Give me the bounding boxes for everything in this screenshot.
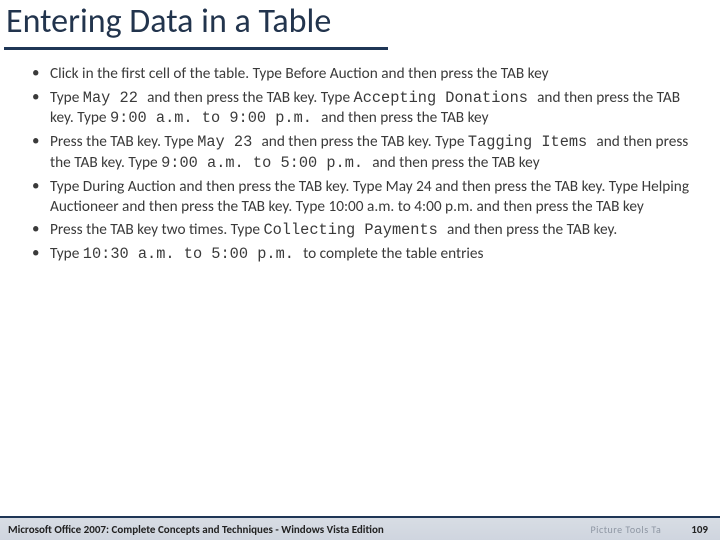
code-text: Collecting Payments bbox=[263, 221, 447, 239]
body-text: Press the TAB key two times. Type bbox=[50, 220, 263, 239]
bullet-item: Click in the first cell of the table. Ty… bbox=[30, 64, 698, 83]
bullet-item: Type May 22 and then press the TAB key. … bbox=[30, 88, 698, 129]
body-text: Press the TAB key. Type bbox=[50, 132, 197, 151]
body-text: to complete the table entries bbox=[303, 244, 483, 263]
bullet-item: Press the TAB key. Type May 23 and then … bbox=[30, 132, 698, 173]
page-number: 109 bbox=[691, 523, 708, 536]
code-text: Tagging Items bbox=[468, 133, 597, 151]
body-text: and then press the TAB key. Type bbox=[147, 88, 353, 107]
footer-bar: Microsoft Office 2007: Complete Concepts… bbox=[0, 516, 720, 540]
body-text: and then press the TAB key bbox=[321, 108, 488, 127]
body-text: Click in the first cell of the table. Ty… bbox=[50, 64, 549, 83]
code-text: May 22 bbox=[83, 89, 147, 107]
body-text: and then press the TAB key. bbox=[447, 220, 617, 239]
code-text: 9:00 a.m. to 5:00 p.m. bbox=[161, 154, 372, 172]
code-text: Accepting Donations bbox=[354, 89, 538, 107]
code-text: 9:00 a.m. to 9:00 p.m. bbox=[110, 109, 321, 127]
footer-source: Microsoft Office 2007: Complete Concepts… bbox=[8, 523, 384, 536]
bullet-item: Type 10:30 a.m. to 5:00 p.m. to complete… bbox=[30, 244, 698, 264]
footer-ghost-text: Picture Tools Ta bbox=[591, 523, 662, 536]
code-text: May 23 bbox=[197, 133, 261, 151]
bullet-item: Type During Auction and then press the T… bbox=[30, 177, 698, 216]
body-text: Type bbox=[50, 244, 83, 263]
bullet-item: Press the TAB key two times. Type Collec… bbox=[30, 220, 698, 240]
body-text: Type During Auction and then press the T… bbox=[50, 177, 689, 215]
footer-right: Picture Tools Ta 109 bbox=[591, 523, 709, 536]
slide: Entering Data in a Table Click in the fi… bbox=[0, 0, 720, 540]
body-text: and then press the TAB key. Type bbox=[261, 132, 467, 151]
bullet-list: Click in the first cell of the table. Ty… bbox=[30, 64, 698, 265]
title-block: Entering Data in a Table bbox=[0, 0, 720, 50]
body-text: Type bbox=[50, 88, 83, 107]
body-text: and then press the TAB key bbox=[372, 153, 539, 172]
code-text: 10:30 a.m. to 5:00 p.m. bbox=[83, 245, 303, 263]
body: Click in the first cell of the table. Ty… bbox=[0, 50, 720, 265]
slide-title: Entering Data in a Table bbox=[4, 2, 716, 41]
